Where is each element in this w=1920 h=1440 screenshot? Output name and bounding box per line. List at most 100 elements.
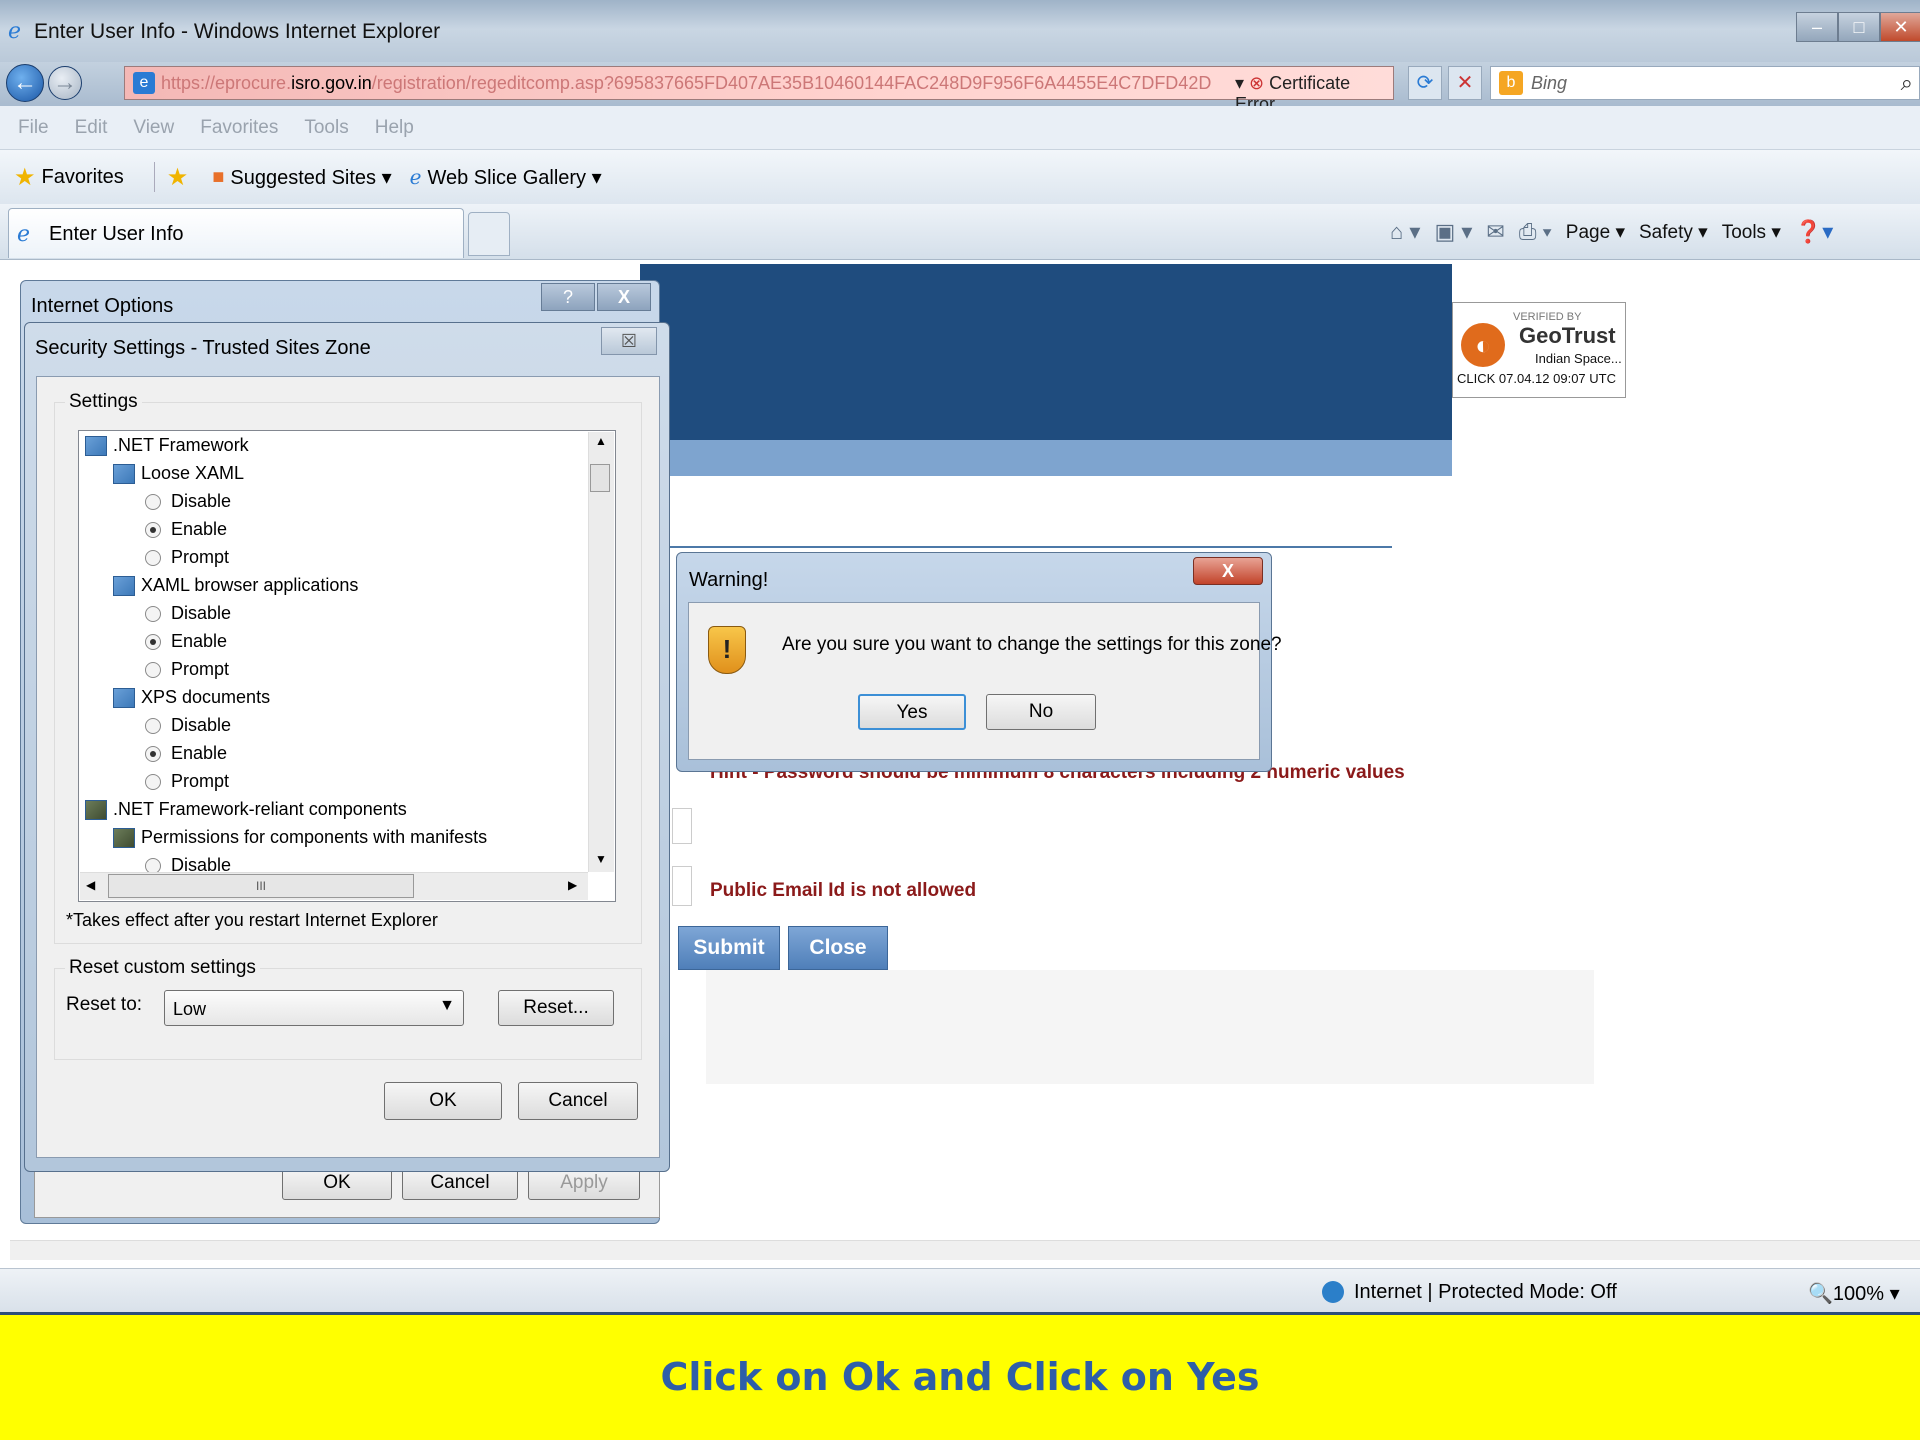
warning-body bbox=[688, 602, 1260, 760]
url-text: https://eprocure.isro.gov.in/registratio… bbox=[161, 73, 1211, 94]
safety-menu[interactable]: Safety ▾ bbox=[1639, 221, 1708, 244]
favorites-label: Favorites bbox=[41, 165, 124, 188]
setting-icon bbox=[113, 463, 135, 484]
add-favorite-button[interactable]: ★ bbox=[167, 163, 195, 192]
security-ok-button[interactable]: OK bbox=[384, 1082, 502, 1120]
favorites-button[interactable]: ★ Favorites bbox=[14, 163, 124, 192]
tree-vertical-thumb[interactable] bbox=[590, 464, 610, 492]
tree-radio[interactable]: Disable bbox=[145, 715, 231, 736]
caption-text: Click on Ok and Click on Yes bbox=[660, 1355, 1260, 1399]
radio-icon bbox=[145, 661, 161, 678]
tree-radio[interactable]: Disable bbox=[145, 603, 231, 624]
menu-tools[interactable]: Tools bbox=[304, 117, 348, 139]
tree-item[interactable]: .NET Framework-reliant components bbox=[85, 799, 407, 820]
window-controls: – □ ✕ bbox=[1796, 12, 1920, 42]
tree-radio[interactable]: Prompt bbox=[145, 547, 229, 568]
security-cancel-button[interactable]: Cancel bbox=[518, 1082, 638, 1120]
favorites-bar: ★ Favorites ★ ■ Suggested Sites ▾ ℯ Web Sli… bbox=[0, 150, 1920, 204]
menu-file[interactable]: File bbox=[18, 117, 49, 139]
tree-radio[interactable]: Prompt bbox=[145, 659, 229, 680]
zone-status[interactable]: Internet | Protected Mode: Off bbox=[1354, 1281, 1617, 1304]
help-icon[interactable]: ❓▾ bbox=[1795, 219, 1833, 245]
tools-menu[interactable]: Tools ▾ bbox=[1722, 221, 1781, 244]
help-button[interactable]: ? bbox=[541, 283, 595, 311]
suggested-sites[interactable]: ■ Suggested Sites ▾ bbox=[212, 165, 391, 190]
radio-icon bbox=[145, 773, 161, 790]
tree-item-label: Enable bbox=[171, 519, 228, 539]
tree-item[interactable]: XPS documents bbox=[113, 687, 270, 708]
scroll-left-icon[interactable]: ◀ bbox=[86, 878, 95, 892]
warning-message: Are you sure you want to change the sett… bbox=[782, 634, 1282, 655]
tree-radio[interactable]: Prompt bbox=[145, 771, 229, 792]
page-header-band bbox=[640, 264, 1452, 440]
refresh-button[interactable]: ⟳ bbox=[1408, 66, 1442, 100]
warning-shield-icon: ! bbox=[708, 626, 746, 674]
menu-favorites[interactable]: Favorites bbox=[200, 117, 278, 139]
tree-horizontal-thumb[interactable]: III bbox=[108, 874, 414, 898]
new-tab-button[interactable] bbox=[468, 212, 510, 256]
tree-item[interactable]: XAML browser applications bbox=[113, 575, 358, 596]
close-window-button[interactable]: ✕ bbox=[1880, 12, 1920, 42]
page-icon: e bbox=[133, 72, 155, 94]
tree-item-label: Loose XAML bbox=[141, 463, 245, 483]
geotrust-seal[interactable]: ◐ VERIFIED BY GeoTrust Indian Space... C… bbox=[1452, 302, 1626, 398]
tree-vertical-scrollbar[interactable]: ▲ ▼ bbox=[588, 432, 614, 872]
internet-options-close-button[interactable]: X bbox=[597, 283, 651, 311]
feeds-icon[interactable]: ▣ ▾ bbox=[1434, 219, 1472, 245]
zoom-level[interactable]: 🔍100% ▾ bbox=[1808, 1281, 1900, 1306]
tree-radio[interactable]: Enable bbox=[145, 519, 227, 540]
mail-icon[interactable]: ✉ bbox=[1486, 219, 1504, 245]
menu-view[interactable]: View bbox=[133, 117, 174, 139]
tree-item[interactable]: .NET Framework bbox=[85, 435, 249, 456]
security-settings-title: Security Settings - Trusted Sites Zone bbox=[35, 337, 371, 359]
tree-item[interactable]: Permissions for components with manifest… bbox=[113, 827, 487, 848]
reset-button[interactable]: Reset... bbox=[498, 990, 614, 1026]
chevron-down-icon: ▼ bbox=[439, 997, 455, 1014]
tree-item-label: Enable bbox=[171, 631, 228, 651]
command-bar: ⌂ ▾ ▣ ▾ ✉ ⎙ ▾ Page ▾ Safety ▾ Tools ▾ ❓▾ bbox=[1390, 212, 1833, 252]
tree-radio[interactable]: Enable bbox=[145, 631, 227, 652]
submit-button[interactable]: Submit bbox=[678, 926, 780, 970]
page-menu[interactable]: Page ▾ bbox=[1566, 221, 1625, 244]
tree-item-label: Enable bbox=[171, 743, 228, 763]
scroll-right-icon[interactable]: ▶ bbox=[568, 878, 577, 892]
tree-radio[interactable]: Enable bbox=[145, 743, 227, 764]
tree-item-label: Prompt bbox=[171, 659, 230, 679]
instruction-caption: Click on Ok and Click on Yes bbox=[0, 1312, 1920, 1440]
menu-edit[interactable]: Edit bbox=[75, 117, 108, 139]
yes-button[interactable]: Yes bbox=[858, 694, 966, 730]
settings-tree[interactable]: .NET Framework Loose XAML Disable Enable… bbox=[78, 430, 616, 902]
security-settings-close-button[interactable]: ☒ bbox=[601, 327, 657, 355]
menu-help[interactable]: Help bbox=[375, 117, 414, 139]
tree-item-label: Disable bbox=[171, 715, 232, 735]
minimize-button[interactable]: – bbox=[1796, 12, 1838, 42]
tree-item-label: Disable bbox=[171, 491, 232, 511]
tree-item-label: Disable bbox=[171, 603, 232, 623]
scroll-down-icon[interactable]: ▼ bbox=[595, 852, 607, 866]
warning-close-button[interactable]: X bbox=[1193, 557, 1263, 585]
page-horizontal-scrollbar[interactable] bbox=[10, 1240, 1920, 1260]
maximize-button[interactable]: □ bbox=[1838, 12, 1880, 42]
password-input[interactable] bbox=[672, 808, 692, 844]
no-button[interactable]: No bbox=[986, 694, 1096, 730]
back-button[interactable]: ← bbox=[6, 64, 44, 102]
tree-item[interactable]: Loose XAML bbox=[113, 463, 244, 484]
radio-checked-icon bbox=[145, 521, 161, 538]
email-input[interactable] bbox=[672, 866, 692, 906]
page-subheader-band bbox=[640, 440, 1452, 476]
web-slice-gallery[interactable]: ℯ Web Slice Gallery ▾ bbox=[410, 165, 602, 190]
home-icon[interactable]: ⌂ ▾ bbox=[1390, 219, 1420, 245]
tree-radio[interactable]: Disable bbox=[145, 491, 231, 512]
address-input[interactable]: e https://eprocure.isro.gov.in/registrat… bbox=[124, 66, 1394, 114]
stop-button[interactable]: ✕ bbox=[1448, 66, 1482, 100]
search-input[interactable]: b Bing ⌕ bbox=[1490, 66, 1920, 100]
scroll-up-icon[interactable]: ▲ bbox=[595, 434, 607, 448]
setting-icon bbox=[113, 575, 135, 596]
tab-enter-user-info[interactable]: ℯ Enter User Info bbox=[8, 208, 464, 258]
close-button[interactable]: Close bbox=[788, 926, 888, 970]
print-icon[interactable]: ⎙ ▾ bbox=[1519, 219, 1552, 245]
reset-level-select[interactable]: Low ▼ bbox=[164, 990, 464, 1026]
search-icon[interactable]: ⌕ bbox=[1901, 70, 1913, 96]
forward-button[interactable]: → bbox=[48, 66, 82, 100]
add-favorite-icon: ★ bbox=[166, 163, 189, 191]
